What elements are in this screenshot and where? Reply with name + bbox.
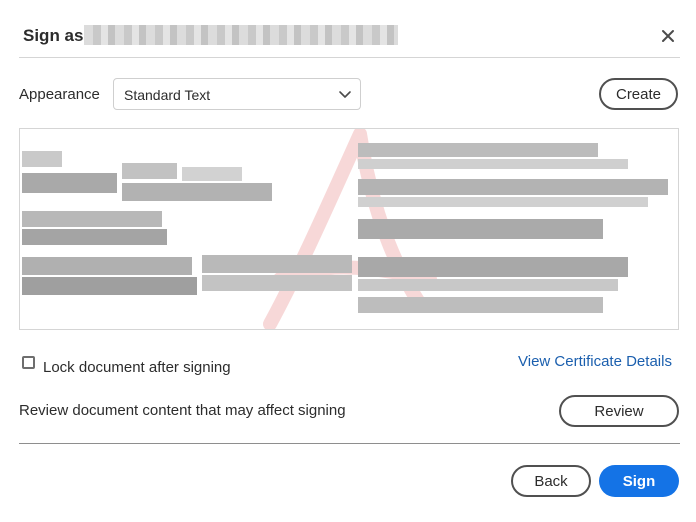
lock-document-option[interactable]: Lock document after signing: [22, 353, 231, 376]
view-certificate-details-link[interactable]: View Certificate Details: [518, 353, 672, 370]
appearance-label: Appearance: [19, 86, 100, 103]
close-icon: [662, 30, 674, 42]
appearance-selected-value: Standard Text: [124, 87, 211, 103]
sign-dialog: Sign as Appearance Standard Text Create: [0, 0, 696, 522]
redacted-signature-details: [358, 135, 673, 323]
lock-document-label: Lock document after signing: [43, 358, 231, 376]
lock-document-checkbox[interactable]: [22, 355, 35, 369]
dialog-title-bar: Sign as: [0, 0, 696, 58]
title-divider: [19, 57, 680, 58]
create-button[interactable]: Create: [599, 78, 678, 110]
redacted-signature-name: [22, 149, 352, 319]
dialog-title: Sign as: [23, 26, 84, 45]
appearance-dropdown[interactable]: Standard Text: [113, 78, 361, 110]
redacted-signer-name: [84, 25, 398, 45]
back-button[interactable]: Back: [511, 465, 591, 497]
review-description: Review document content that may affect …: [19, 402, 346, 419]
review-button[interactable]: Review: [559, 395, 679, 427]
sign-button[interactable]: Sign: [599, 465, 679, 497]
chevron-down-icon: [339, 91, 351, 98]
footer-divider: [19, 443, 680, 444]
signature-preview: [19, 128, 679, 330]
close-button[interactable]: [656, 24, 680, 48]
